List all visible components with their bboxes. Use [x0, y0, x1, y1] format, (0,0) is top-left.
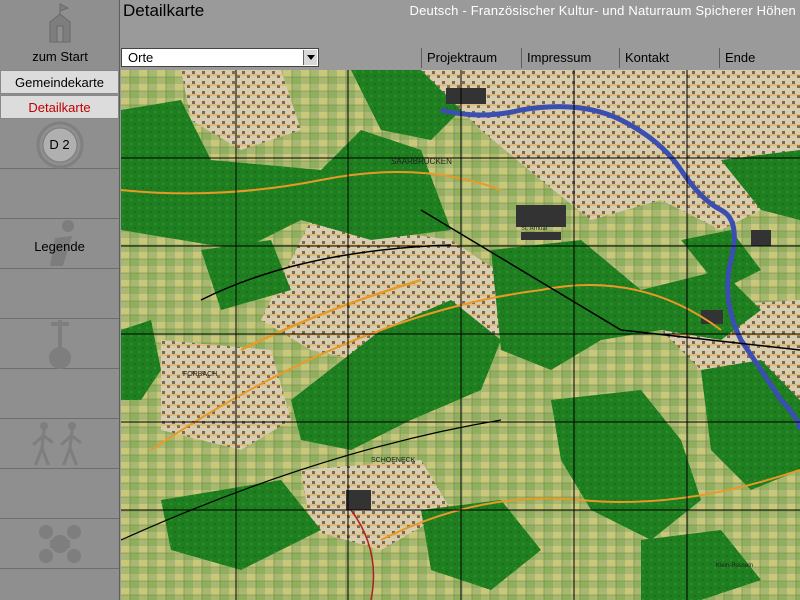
sidebar-empty-cell	[0, 270, 119, 319]
map-label-saarbruecken: SAARBRÜCKEN	[391, 157, 452, 166]
map-sheet-selector[interactable]: D 2	[0, 120, 119, 169]
sidebar-empty-cell	[0, 470, 119, 519]
sidebar-empty-cell	[0, 370, 119, 419]
gemeindekarte-button[interactable]: Gemeindekarte	[0, 70, 119, 94]
topographic-map[interactable]: SAARBRÜCKEN FORBACH SCHOENECK St. Arnual…	[121, 70, 800, 600]
impressum-link[interactable]: Impressum	[521, 48, 621, 68]
sidebar: zum Start Gemeindekarte Detailkarte D 2 …	[0, 0, 120, 600]
site-subtitle: Deutsch - Französischer Kultur- und Natu…	[409, 3, 796, 18]
ende-link[interactable]: Ende	[719, 48, 800, 68]
d2-sheet-label: D 2	[49, 137, 70, 152]
projektraum-link[interactable]: Projektraum	[421, 48, 523, 68]
home-link[interactable]: zum Start	[0, 46, 120, 68]
map-label-forbach: FORBACH	[183, 371, 217, 378]
crest-icon[interactable]	[0, 520, 119, 569]
map-canvas: SAARBRÜCKEN FORBACH SCHOENECK St. Arnual…	[121, 70, 800, 600]
map-label-klein-rosseln: Klein-Rosseln	[716, 563, 753, 569]
church-logo-icon	[0, 0, 120, 44]
map-label-st-arnual: St. Arnual	[521, 226, 547, 232]
map-label-schoeneck: SCHOENECK	[371, 457, 416, 464]
kontakt-link[interactable]: Kontakt	[619, 48, 721, 68]
detailkarte-button[interactable]: Detailkarte	[0, 95, 119, 119]
legend-button[interactable]: Legende	[0, 220, 119, 269]
chevron-down-icon[interactable]	[303, 50, 317, 65]
places-dropdown-value: Orte	[128, 50, 154, 65]
sidebar-empty-cell	[0, 170, 119, 219]
legend-label: Legende	[34, 239, 85, 254]
hiking-icon[interactable]	[0, 420, 119, 469]
wayside-cross-icon[interactable]	[0, 320, 119, 369]
page-title: Detailkarte	[123, 1, 205, 20]
places-dropdown[interactable]: Orte	[121, 48, 319, 67]
